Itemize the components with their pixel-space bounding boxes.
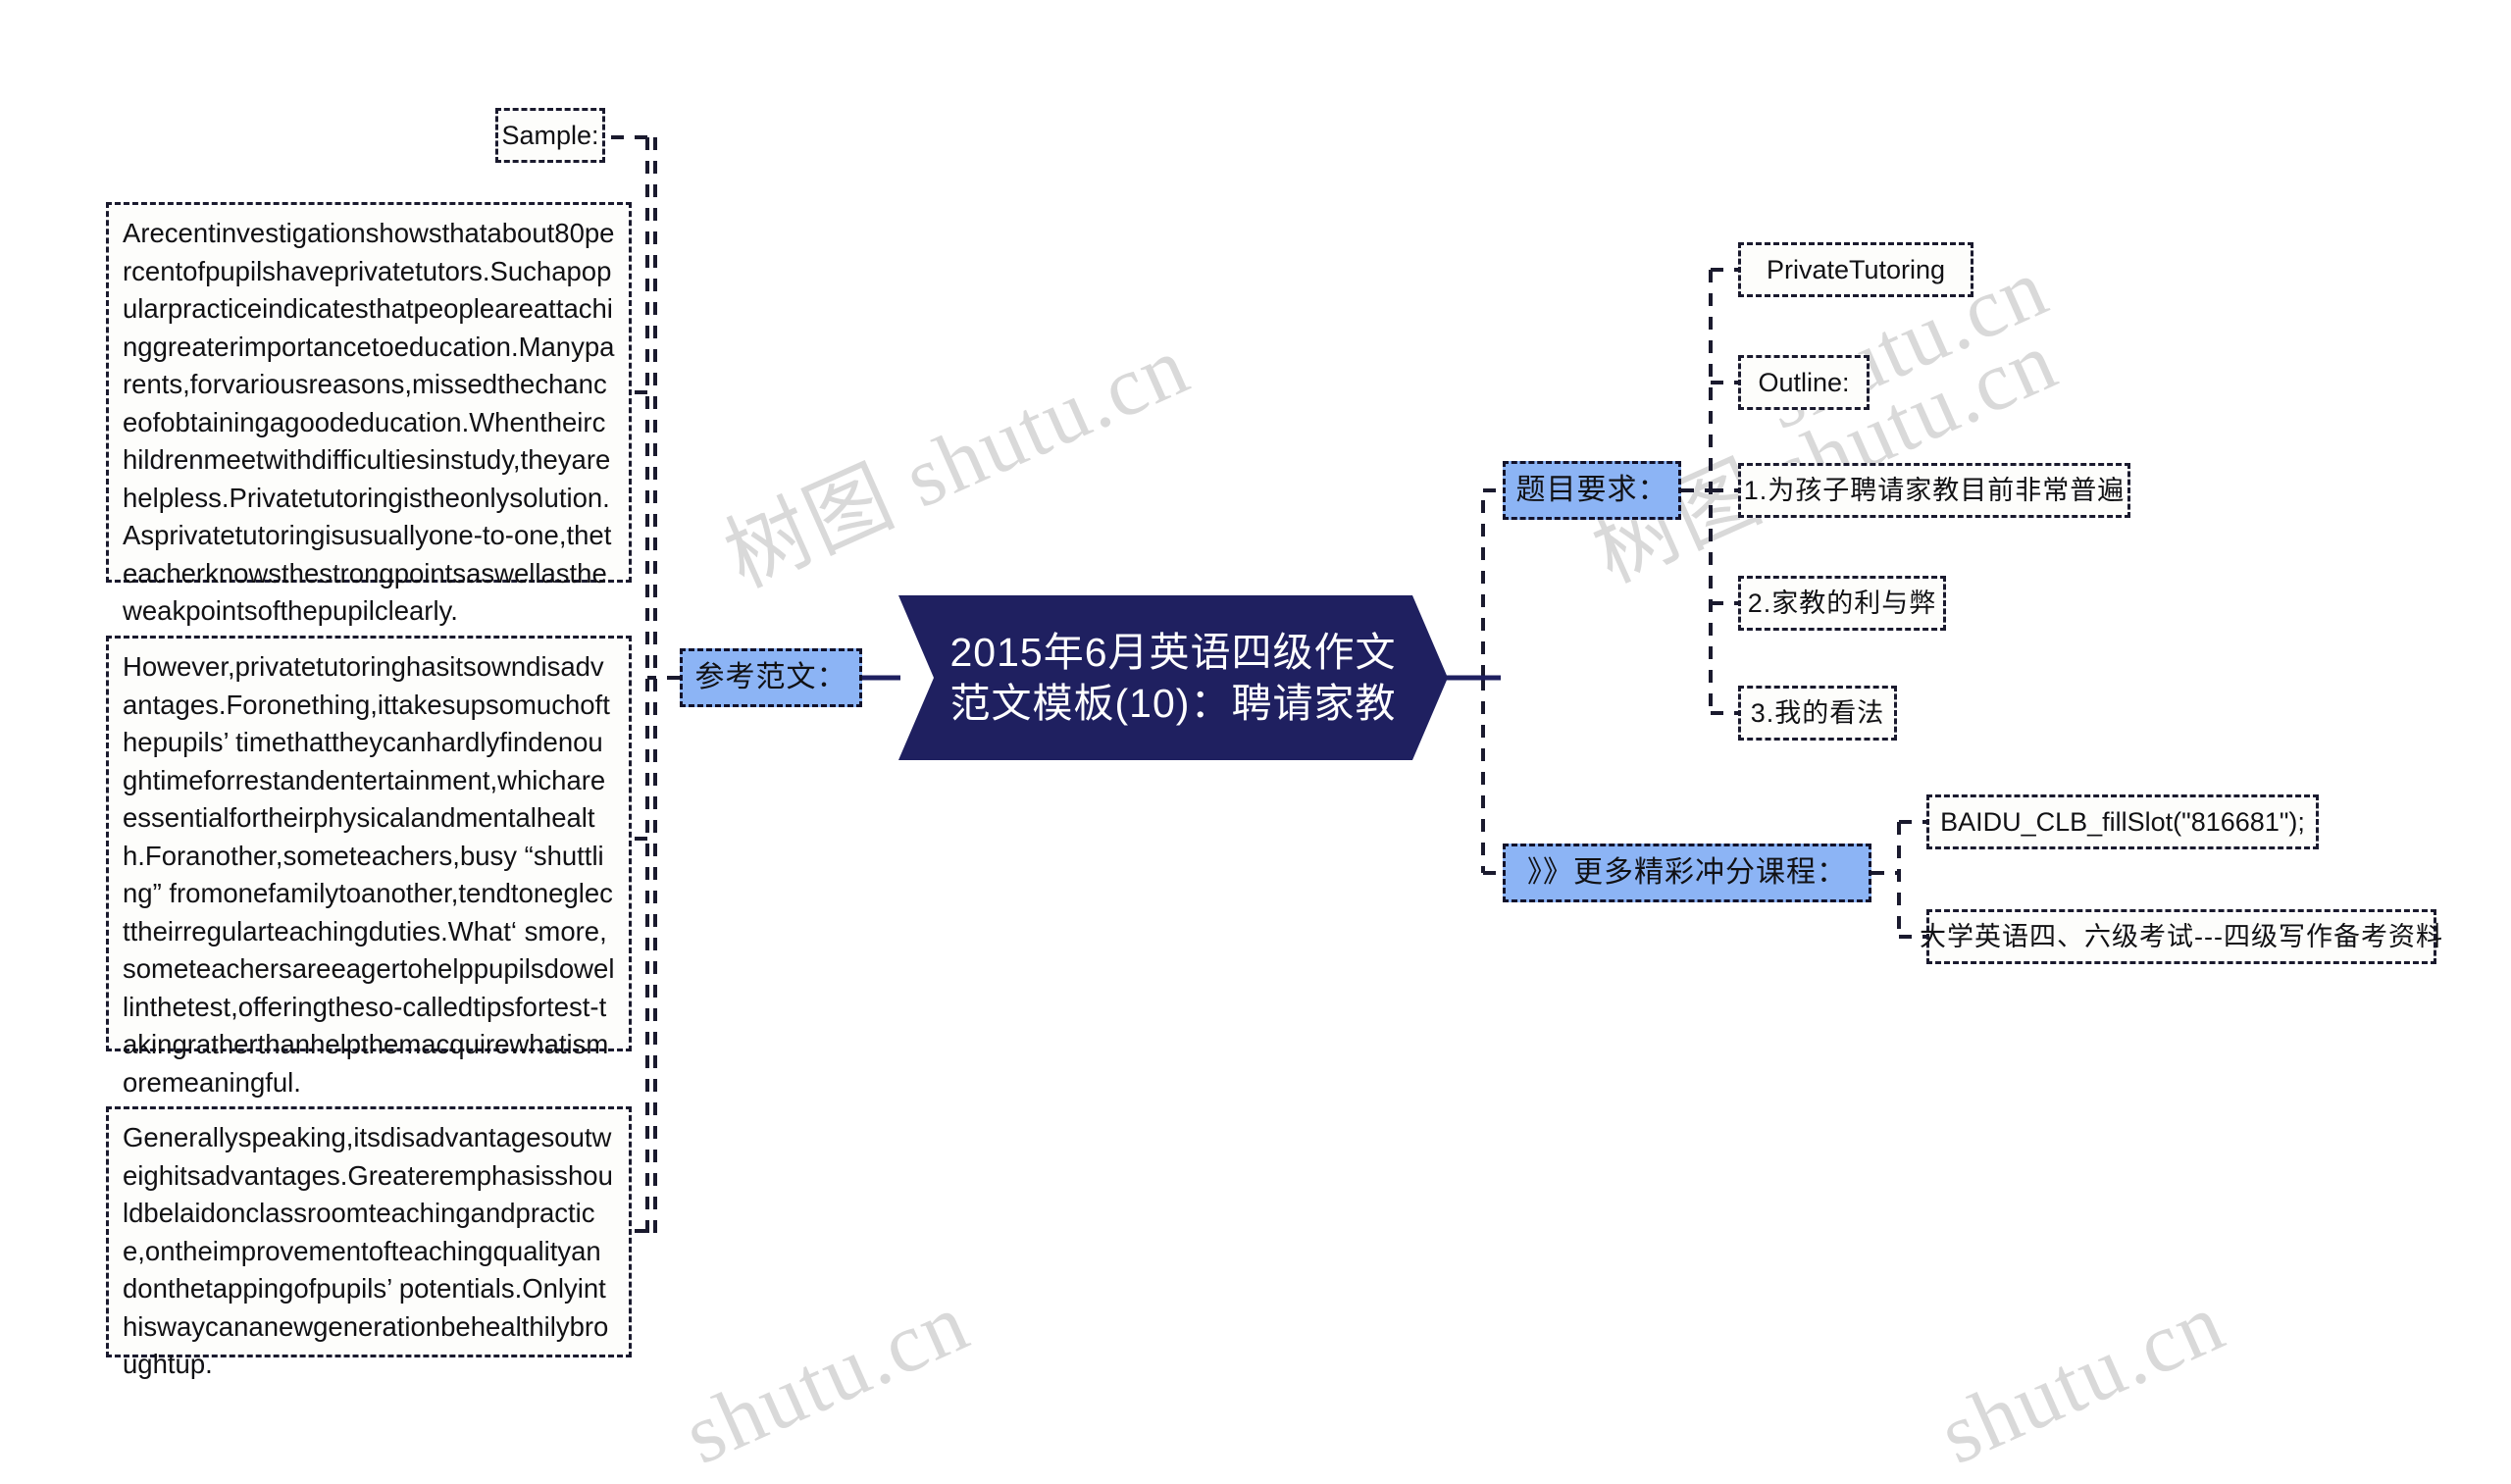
node-baidu-clb-fillslot[interactable]: BAIDU_CLB_fillSlot("816681"); [1926,794,2319,849]
node-outline-point-1[interactable]: 1.为孩子聘请家教目前非常普遍 [1738,463,2130,518]
watermark: 树图 shutu.cn [711,317,1203,605]
center-node-text: 2015年6月英语四级作文 范文模板(10)：聘请家教 [898,595,1448,760]
node-private-tutoring-label: PrivateTutoring [1766,254,1946,284]
branch-left-head-label: 参考范文： [694,660,847,693]
watermark: shutu.cn [670,1274,983,1482]
node-outline-point-3-label: 3.我的看法 [1750,697,1885,728]
node-sample-label: Sample: [501,120,599,150]
node-sample-paragraph-3-text: Generallyspeaking,itsdisadvantagesoutwei… [123,1122,613,1379]
watermark: 树图 shutu.cn [1579,312,2071,600]
branch-right-head-courses[interactable]: 》》更多精彩冲分课程： [1503,844,1871,902]
center-node-line2: 范文模板(10)：聘请家教 [949,681,1397,726]
branch-right-head-requirements[interactable]: 题目要求： [1503,461,1681,520]
mindmap-canvas: 树图 shutu.cn 树图 shutu.cn shutu.cn shutu.c… [0,0,2511,1482]
node-outline-point-1-label: 1.为孩子聘请家教目前非常普遍 [1743,475,2126,505]
node-sample-paragraph-1-text: Arecentinvestigationshowsthatabout80perc… [123,218,615,626]
node-cet-writing-materials-label: 大学英语四、六级考试---四级写作备考资料 [1920,921,2443,951]
node-outline-point-2[interactable]: 2.家教的利与弊 [1738,576,1946,631]
node-outline-point-2-label: 2.家教的利与弊 [1747,588,1937,618]
center-node-line1: 2015年6月英语四级作文 [949,629,1397,675]
node-cet-writing-materials[interactable]: 大学英语四、六级考试---四级写作备考资料 [1920,909,2442,964]
node-sample-paragraph-3[interactable]: Generallyspeaking,itsdisadvantagesoutwei… [106,1106,632,1379]
node-private-tutoring[interactable]: PrivateTutoring [1738,242,1973,297]
node-sample[interactable]: Sample: [495,108,605,163]
node-sample-paragraph-2[interactable]: However,privatetutoringhasitsowndisadvan… [106,636,632,1098]
branch-left-head[interactable]: 参考范文： [680,648,862,707]
watermark: shutu.cn [1925,1274,2238,1482]
node-outline-label: Outline: [1758,367,1850,397]
node-outline[interactable]: Outline: [1738,355,1870,410]
branch-right-head-courses-label: 》》更多精彩冲分课程： [1527,855,1847,889]
node-sample-paragraph-1[interactable]: Arecentinvestigationshowsthatabout80perc… [106,202,632,626]
node-outline-point-3[interactable]: 3.我的看法 [1738,686,1897,741]
branch-right-head-requirements-label: 题目要求： [1515,473,1668,506]
node-sample-paragraph-2-text: However,privatetutoringhasitsowndisadvan… [123,651,615,1098]
node-baidu-clb-fillslot-label: BAIDU_CLB_fillSlot("816681"); [1940,806,2305,837]
center-node[interactable]: 2015年6月英语四级作文 范文模板(10)：聘请家教 [898,595,1448,760]
